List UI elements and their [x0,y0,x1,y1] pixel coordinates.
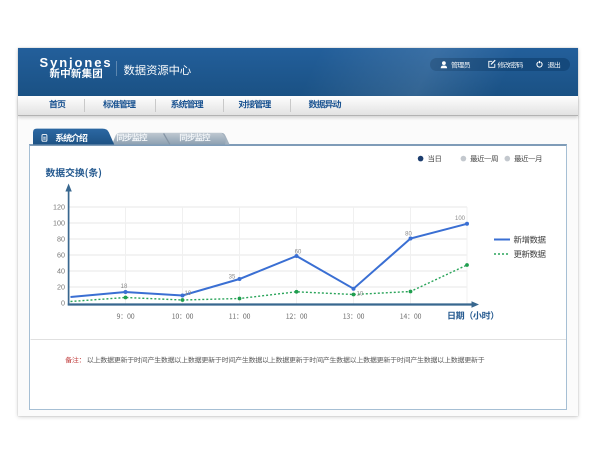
svg-text:80: 80 [405,232,412,238]
svg-text:80: 80 [57,235,65,244]
svg-text:100: 100 [53,219,65,228]
svg-text:60: 60 [57,251,65,260]
svg-text:10: 10 [185,291,192,297]
svg-text:10: 10 [357,292,364,298]
svg-text:60: 60 [295,250,302,256]
svg-text:20: 20 [57,283,65,292]
svg-text:0: 0 [61,299,65,308]
svg-text:100: 100 [455,216,466,222]
svg-text:40: 40 [57,267,65,276]
svg-text:18: 18 [121,284,128,290]
svg-text:35: 35 [229,275,236,281]
svg-text:120: 120 [53,203,65,212]
